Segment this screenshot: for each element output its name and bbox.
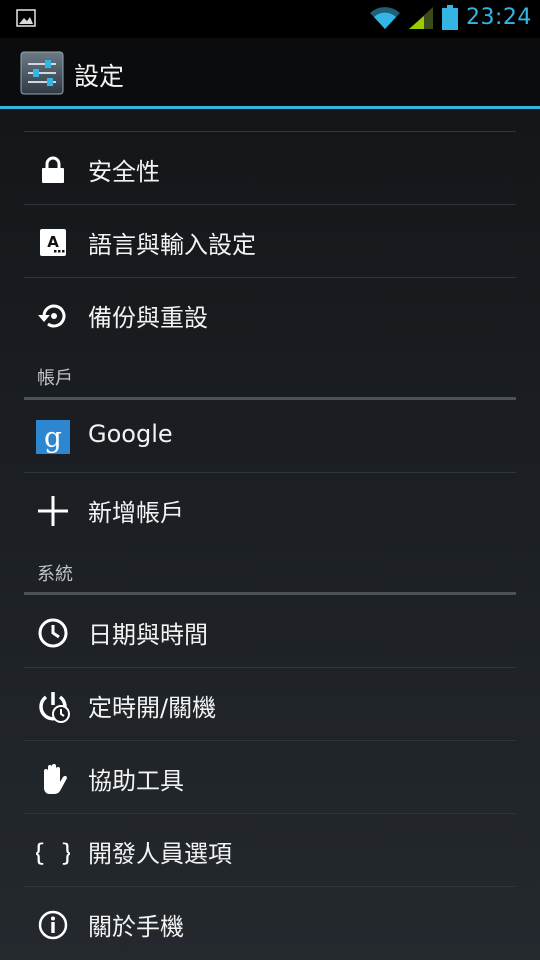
list-divider: [24, 886, 516, 887]
settings-item-label: 定時開/關機: [88, 694, 217, 722]
settings-item-label: 備份與重設: [88, 304, 208, 332]
list-divider: [24, 813, 516, 814]
settings-item-about-phone[interactable]: 關於手機: [24, 888, 516, 960]
section-divider: [24, 397, 516, 400]
svg-text:{ }: { }: [36, 839, 70, 867]
braces-icon: { }: [36, 839, 70, 867]
list-divider: [24, 667, 516, 668]
info-icon: [38, 910, 68, 940]
section-header-system: 系統: [37, 564, 73, 585]
section-divider: [24, 592, 516, 595]
settings-item-language-input[interactable]: A 語言與輸入設定: [24, 206, 516, 278]
settings-item-developer-options[interactable]: { } 開發人員選項: [24, 815, 516, 887]
svg-text:g: g: [44, 421, 62, 454]
lock-icon: [42, 156, 64, 183]
list-divider: [24, 740, 516, 741]
settings-item-label: Google: [88, 420, 173, 448]
plus-icon: [38, 496, 68, 526]
hand-icon: [44, 764, 67, 794]
settings-item-accessibility[interactable]: 協助工具: [24, 742, 516, 814]
settings-item-label: 協助工具: [88, 767, 184, 795]
settings-item-date-time[interactable]: 日期與時間: [24, 596, 516, 668]
list-divider: [24, 204, 516, 205]
backup-restore-icon: [38, 304, 66, 328]
list-divider: [24, 277, 516, 278]
settings-item-label: 日期與時間: [88, 621, 208, 649]
svg-text:A: A: [47, 233, 59, 251]
settings-item-label: 關於手機: [88, 913, 184, 941]
settings-item-label: 開發人員選項: [88, 840, 232, 868]
settings-item-label: 新增帳戶: [88, 499, 184, 527]
list-divider: [24, 472, 516, 473]
settings-item-label: 語言與輸入設定: [88, 231, 256, 259]
google-g-icon: g: [36, 420, 70, 454]
section-header-accounts: 帳戶: [37, 368, 73, 389]
settings-item-backup-reset[interactable]: 備份與重設: [24, 279, 516, 351]
clock-icon: [38, 618, 68, 648]
settings-item-security[interactable]: 安全性: [24, 133, 516, 205]
settings-item-add-account[interactable]: 新增帳戶: [24, 474, 516, 546]
settings-list: 安全性 A 語言與輸入設定 備份與重設 帳戶 g Google 新增帳戶 系統 …: [0, 0, 540, 960]
power-timer-icon: [39, 692, 70, 723]
settings-item-label: 安全性: [88, 158, 160, 186]
keyboard-a-icon: A: [40, 229, 66, 256]
settings-item-scheduled-power[interactable]: 定時開/關機: [24, 669, 516, 741]
settings-item-google[interactable]: g Google: [24, 401, 516, 473]
list-divider: [24, 131, 516, 132]
